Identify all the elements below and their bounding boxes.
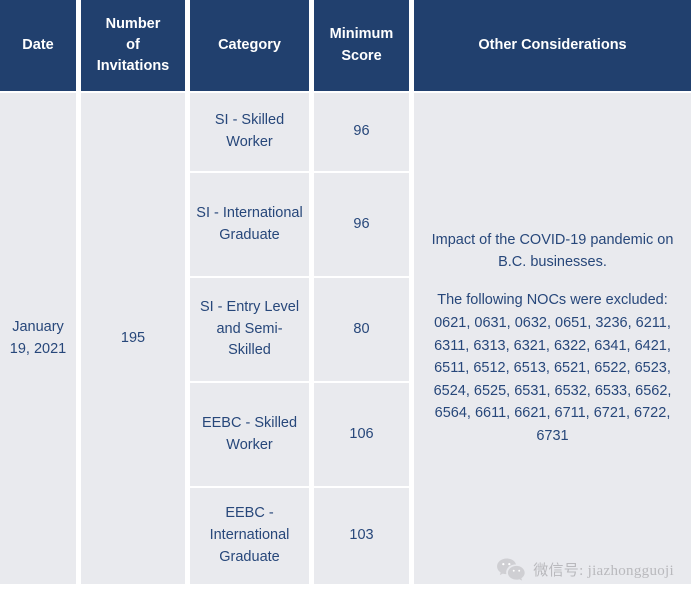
cell-min-score-eebc-international-graduate: 103 xyxy=(314,488,409,584)
exclusion-table-container: Date Number of Invitations Category Mini… xyxy=(0,0,692,594)
column-header-date: Date xyxy=(0,0,76,91)
other-considerations-noc-codes: 0621, 0631, 0632, 0651, 3236, 6211, 6311… xyxy=(433,315,672,444)
table-row: January 19, 2021 195 SI - Skilled Worker… xyxy=(0,93,691,584)
cell-min-score-eebc-skilled-worker: 106 xyxy=(314,383,409,486)
column-header-category: Category xyxy=(190,0,309,91)
cell-category-eebc-international-graduate: EEBC - International Graduate xyxy=(190,488,309,584)
column-header-invitations-line3: Invitations xyxy=(96,58,170,74)
column-header-invitations-line1: Number xyxy=(105,15,161,32)
column-header-invitations: Number of Invitations xyxy=(81,0,185,91)
cell-other-considerations: Impact of the COVID-19 pandemic on B.C. … xyxy=(414,93,691,584)
table-body: January 19, 2021 195 SI - Skilled Worker… xyxy=(0,93,691,584)
cell-min-score-si-entry-level-and-semi-skilled: 80 xyxy=(314,278,409,381)
column-header-invitations-line2: of xyxy=(126,36,140,53)
column-header-other-considerations: Other Considerations xyxy=(414,0,691,91)
invitations-table: Date Number of Invitations Category Mini… xyxy=(0,0,692,586)
cell-category-eebc-skilled-worker: EEBC - Skilled Worker xyxy=(190,383,309,486)
table-header-row: Date Number of Invitations Category Mini… xyxy=(0,0,691,91)
cell-date: January 19, 2021 xyxy=(0,93,76,584)
column-header-minimum-score: Minimum Score xyxy=(314,0,409,91)
column-header-minimum-score-line2: Score xyxy=(341,47,382,64)
cell-min-score-si-international-graduate: 96 xyxy=(314,173,409,276)
cell-min-score-si-skilled-worker: 96 xyxy=(314,93,409,171)
table-header: Date Number of Invitations Category Mini… xyxy=(0,0,691,91)
cell-category-si-skilled-worker: SI - Skilled Worker xyxy=(190,93,309,171)
column-header-minimum-score-line1: Minimum xyxy=(329,26,394,43)
cell-category-si-entry-level-and-semi-skilled: SI - Entry Level and Semi-Skilled xyxy=(190,278,309,381)
other-considerations-paragraph-1: Impact of the COVID-19 pandemic on B.C. … xyxy=(431,231,674,270)
cell-number-of-invitations: 195 xyxy=(81,93,185,584)
cell-category-si-international-graduate: SI - International Graduate xyxy=(190,173,309,276)
other-considerations-paragraph-2-intro: The following NOCs were excluded: xyxy=(437,292,668,309)
